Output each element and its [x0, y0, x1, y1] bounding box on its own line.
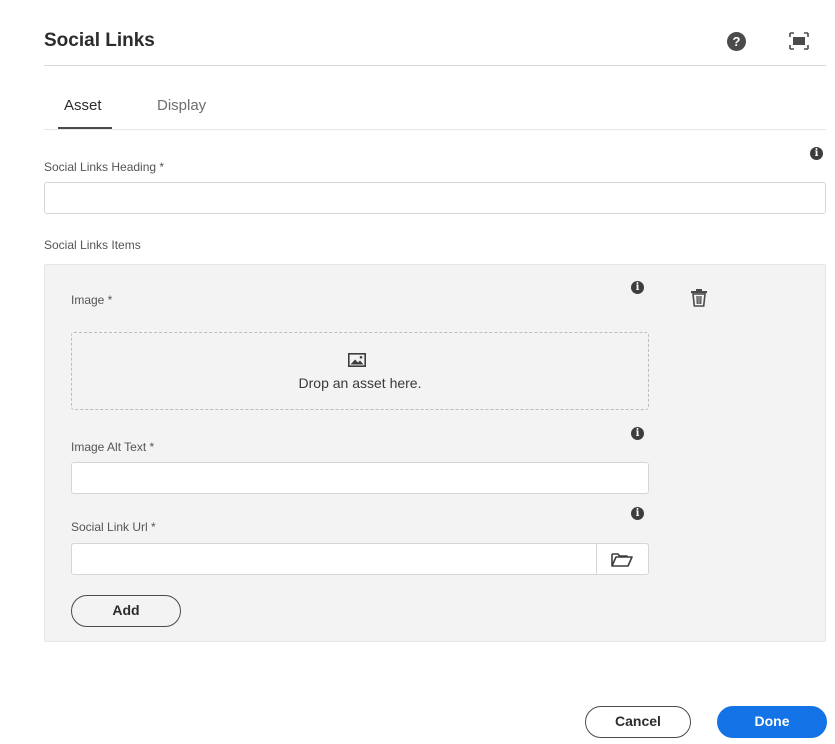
social-links-items-panel: Image * i Drop an asset here. Image Alt … [44, 264, 826, 642]
heading-input[interactable] [44, 182, 826, 214]
add-button[interactable]: Add [71, 595, 181, 627]
items-section-label: Social Links Items [44, 238, 141, 252]
asset-dropzone[interactable]: Drop an asset here. [71, 332, 649, 410]
info-icon[interactable]: i [810, 147, 823, 160]
tab-asset[interactable]: Asset [64, 97, 102, 114]
fullscreen-icon[interactable] [788, 31, 810, 51]
info-icon[interactable]: i [631, 427, 644, 440]
alt-text-input[interactable] [71, 462, 649, 494]
social-link-url-input[interactable] [71, 543, 597, 575]
dialog-header: Social Links ? [44, 22, 826, 66]
info-icon[interactable]: i [631, 281, 644, 294]
alt-text-field-label: Image Alt Text * [71, 440, 155, 454]
dropzone-text: Drop an asset here. [298, 375, 422, 391]
image-field-label: Image * [71, 293, 113, 307]
image-icon [348, 353, 366, 367]
info-icon[interactable]: i [631, 507, 644, 520]
active-tab-indicator [58, 127, 112, 129]
dialog-title: Social Links [44, 30, 155, 51]
help-icon[interactable]: ? [727, 32, 746, 51]
cancel-button[interactable]: Cancel [585, 706, 691, 738]
trash-icon[interactable] [689, 288, 709, 308]
tab-display[interactable]: Display [157, 97, 206, 114]
dialog: Social Links ? Asset Display Social Link… [0, 0, 835, 744]
folder-icon [611, 553, 633, 567]
url-field-label: Social Link Url * [71, 520, 156, 534]
browse-button[interactable] [597, 543, 649, 575]
tab-bar: Asset Display [44, 90, 826, 130]
heading-field-label: Social Links Heading * [44, 160, 165, 174]
done-button[interactable]: Done [717, 706, 827, 738]
